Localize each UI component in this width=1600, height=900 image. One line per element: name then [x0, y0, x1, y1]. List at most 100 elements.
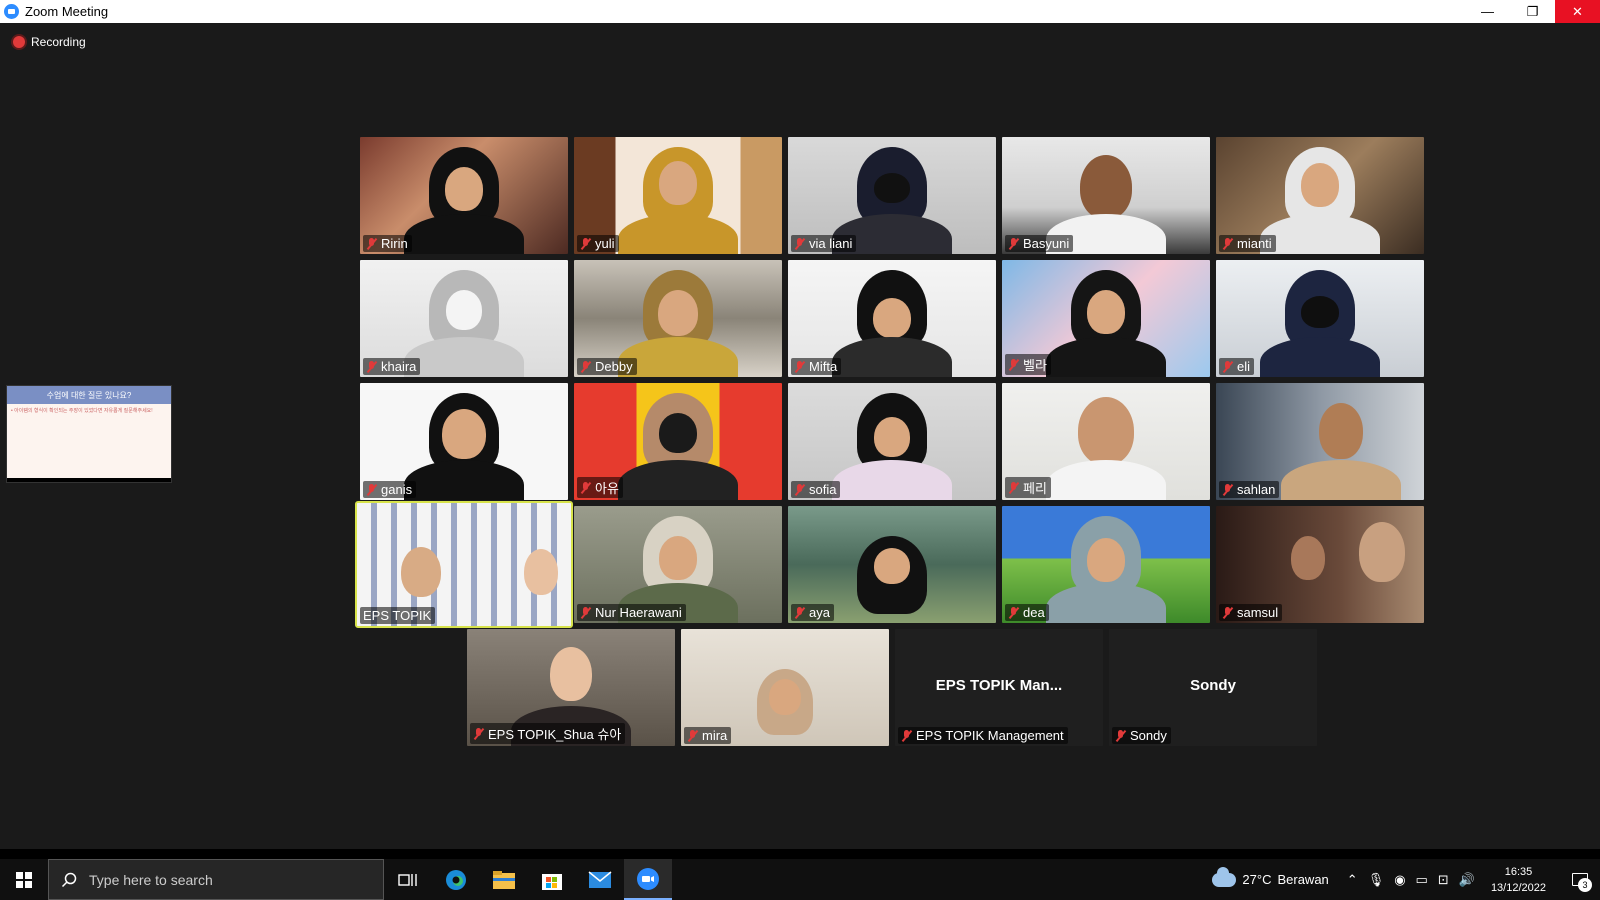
participant-name-tag: EPS TOPIK [360, 607, 436, 624]
weather-widget[interactable]: 27°C Berawan [1212, 866, 1329, 887]
participant-name: 벨라 [1023, 358, 1047, 373]
mic-muted-icon [1115, 729, 1126, 742]
participant-face [1080, 155, 1132, 219]
video-tile[interactable]: sofia [788, 383, 996, 500]
shared-slide-text: • 아이템의 형식이 확인되는 주장이 있었다면 자유롭게 질문해주세요! [11, 408, 153, 414]
participant-name: 페리 [1023, 481, 1047, 496]
participant-name: Basyuni [1023, 236, 1070, 251]
participant-name: Mifta [809, 359, 838, 374]
video-tile[interactable]: mianti [1216, 137, 1424, 254]
video-tile[interactable]: aya [788, 506, 996, 623]
mic-muted-icon [1008, 606, 1019, 619]
recording-label: Recording [31, 35, 86, 49]
shared-slide-body: • 아이템의 형식이 확인되는 주장이 있었다면 자유롭게 질문해주세요! [7, 404, 171, 478]
windows-logo-icon [16, 871, 32, 888]
restore-button[interactable]: ❐ [1510, 0, 1555, 23]
video-tile[interactable]: Debby [574, 260, 782, 377]
mail-icon[interactable] [576, 859, 624, 900]
participant-name-tag: Basyuni [1005, 235, 1074, 252]
video-tile[interactable]: via liani [788, 137, 996, 254]
file-explorer-icon[interactable] [480, 859, 528, 900]
close-button[interactable]: ✕ [1555, 0, 1600, 23]
video-tile[interactable]: Mifta [788, 260, 996, 377]
microphone-icon[interactable]: 🎙 [1368, 872, 1385, 888]
participant-name-tag: dea [1005, 604, 1049, 621]
task-view-icon[interactable] [384, 859, 432, 900]
participant-face [550, 647, 592, 701]
network-icon[interactable]: ▭ [1416, 872, 1428, 888]
video-tile[interactable]: mira [681, 629, 889, 746]
participant-name-tag: mianti [1219, 235, 1276, 252]
shared-slide-title: 수업에 대한 질문 있나요? [46, 390, 132, 400]
chevron-up-icon[interactable]: ⌃ [1347, 872, 1358, 888]
mic-muted-icon [794, 360, 805, 373]
participant-face [442, 409, 486, 459]
participant-face [874, 173, 910, 203]
clock[interactable]: 16:35 13/12/2022 [1491, 864, 1546, 896]
video-tile[interactable]: 아유 [574, 383, 782, 500]
mic-muted-icon [366, 483, 377, 496]
display-icon[interactable]: ⊡ [1438, 872, 1449, 888]
participant-name: yuli [595, 236, 615, 251]
microsoft-store-icon[interactable] [528, 859, 576, 900]
video-tile[interactable]: sahlan [1216, 383, 1424, 500]
taskbar-search[interactable]: Type here to search [48, 859, 384, 900]
recording-indicator[interactable]: Recording [13, 35, 86, 49]
video-tile-no-video[interactable]: EPS TOPIK Man... EPS TOPIK Management [895, 629, 1103, 746]
video-tile[interactable]: 페리 [1002, 383, 1210, 500]
participant-name-tag: eli [1219, 358, 1255, 375]
participant-name: dea [1023, 605, 1045, 620]
participant-name-tag: Sondy [1112, 727, 1171, 744]
camera-icon[interactable]: ◉ [1394, 872, 1405, 888]
mic-muted-icon [473, 727, 484, 740]
participant-name: Sondy [1130, 728, 1167, 743]
participant-face [1301, 296, 1339, 328]
video-tile-active-speaker[interactable]: EPS TOPIK [355, 501, 573, 628]
video-tile[interactable]: EPS TOPIK_Shua 슈아 [467, 629, 675, 746]
cloud-icon [1212, 866, 1237, 887]
mic-muted-icon [687, 729, 698, 742]
participant-name-tag: mira [684, 727, 732, 744]
participant-name-tag: Mifta [791, 358, 842, 375]
notification-center-button[interactable]: 3 [1560, 859, 1600, 900]
mic-muted-icon [1222, 606, 1233, 619]
video-tile[interactable]: khaira [360, 260, 568, 377]
volume-icon[interactable]: 🔊 [1459, 872, 1475, 888]
mic-muted-icon [580, 481, 591, 494]
participant-display-name: Sondy [1190, 677, 1236, 694]
video-tile[interactable]: 벨라 [1002, 260, 1210, 377]
shared-screen-thumbnail[interactable]: 수업에 대한 질문 있나요? • 아이템의 형식이 확인되는 주장이 있었다면 … [6, 385, 172, 483]
participant-name-tag: 페리 [1005, 477, 1051, 498]
participant-face [658, 290, 698, 336]
participant-face [1359, 522, 1406, 582]
participant-name: eli [1237, 359, 1251, 374]
participant-name-tag: ganis [363, 481, 417, 498]
participant-name-tag: aya [791, 604, 834, 621]
weather-condition: Berawan [1277, 872, 1329, 887]
start-button[interactable] [0, 859, 48, 900]
video-tile[interactable]: ganis [360, 383, 568, 500]
video-tile[interactable]: samsul [1216, 506, 1424, 623]
video-tile[interactable]: yuli [574, 137, 782, 254]
mic-muted-icon [1222, 360, 1233, 373]
participant-face [659, 536, 697, 580]
edge-browser-icon[interactable] [432, 859, 480, 900]
video-tile[interactable]: eli [1216, 260, 1424, 377]
video-tile-no-video[interactable]: Sondy Sondy [1109, 629, 1317, 746]
video-tile[interactable]: Nur Haerawani [574, 506, 782, 623]
tray-icons: ⌃ 🎙 ◉ ▭ ⊡ 🔊 [1347, 872, 1475, 888]
participant-name-tag: khaira [363, 358, 421, 375]
zoom-taskbar-icon[interactable] [624, 859, 672, 900]
participant-face [1087, 290, 1125, 334]
weather-temperature: 27°C [1242, 872, 1272, 887]
minimize-button[interactable]: — [1465, 0, 1510, 23]
search-placeholder: Type here to search [89, 871, 213, 888]
video-tile[interactable]: Basyuni [1002, 137, 1210, 254]
clock-time: 16:35 [1504, 865, 1533, 878]
video-tile[interactable]: dea [1002, 506, 1210, 623]
video-tile[interactable]: Ririn [360, 137, 568, 254]
participant-face [1087, 538, 1125, 582]
participant-face [524, 549, 559, 595]
participant-name-tag: Ririn [363, 235, 412, 252]
clock-date: 13/12/2022 [1490, 881, 1546, 894]
